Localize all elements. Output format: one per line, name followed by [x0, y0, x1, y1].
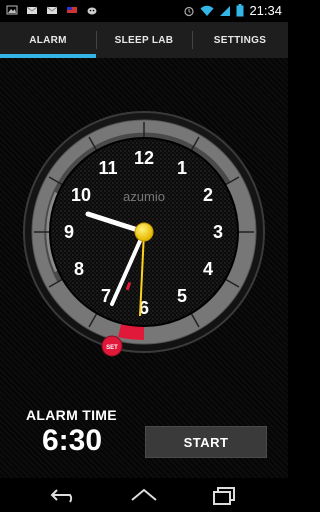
- gmail-icon: [26, 6, 38, 14]
- alarm-icon: [184, 6, 195, 16]
- image-icon: [6, 5, 18, 15]
- clock-number: 2: [203, 185, 213, 205]
- wifi-icon: [200, 5, 214, 16]
- android-icon: [87, 7, 97, 15]
- alarm-time-label: ALARM TIME: [26, 407, 117, 423]
- gmail-icon: [46, 6, 58, 14]
- clock-number: 12: [134, 148, 154, 168]
- clock-number: 1: [177, 158, 187, 178]
- tab-alarm[interactable]: ALARM: [0, 22, 96, 58]
- alarm-time-value: 6:30: [42, 424, 103, 457]
- clock-number: 4: [203, 259, 213, 279]
- set-label: SET: [106, 345, 118, 351]
- home-icon[interactable]: [128, 484, 160, 506]
- notification-icons: [6, 4, 98, 16]
- status-bar: 21:34: [0, 0, 288, 22]
- battery-icon: [236, 4, 244, 17]
- clock-number: 3: [213, 222, 223, 242]
- status-time: 21:34: [249, 3, 282, 18]
- clock-number: 8: [74, 259, 84, 279]
- center-knob: [134, 222, 154, 242]
- system-icons: 21:34: [183, 3, 282, 18]
- navigation-bar: [0, 478, 288, 512]
- alarm-clock[interactable]: azumio 12 1 2 3 4 5 6 7 8 9 10 11 SET: [0, 58, 288, 368]
- tab-sleep-lab[interactable]: SLEEP LAB: [96, 22, 192, 58]
- alarm-panel: azumio 12 1 2 3 4 5 6 7 8 9 10 11 SET AL…: [0, 58, 288, 478]
- recents-icon[interactable]: [208, 484, 240, 506]
- tab-settings[interactable]: SETTINGS: [192, 22, 288, 58]
- clock-number: 10: [71, 185, 91, 205]
- start-button[interactable]: START: [145, 426, 267, 458]
- clock-number: 9: [64, 222, 74, 242]
- clock-number: 7: [101, 286, 111, 306]
- clock-brand: azumio: [123, 189, 165, 204]
- back-icon[interactable]: [48, 484, 80, 506]
- clock-number: 5: [177, 286, 187, 306]
- flag-icon: [67, 7, 77, 13]
- signal-icon: [220, 5, 231, 16]
- alarm-set-handle[interactable]: SET: [101, 335, 123, 357]
- clock-number: 11: [98, 158, 117, 178]
